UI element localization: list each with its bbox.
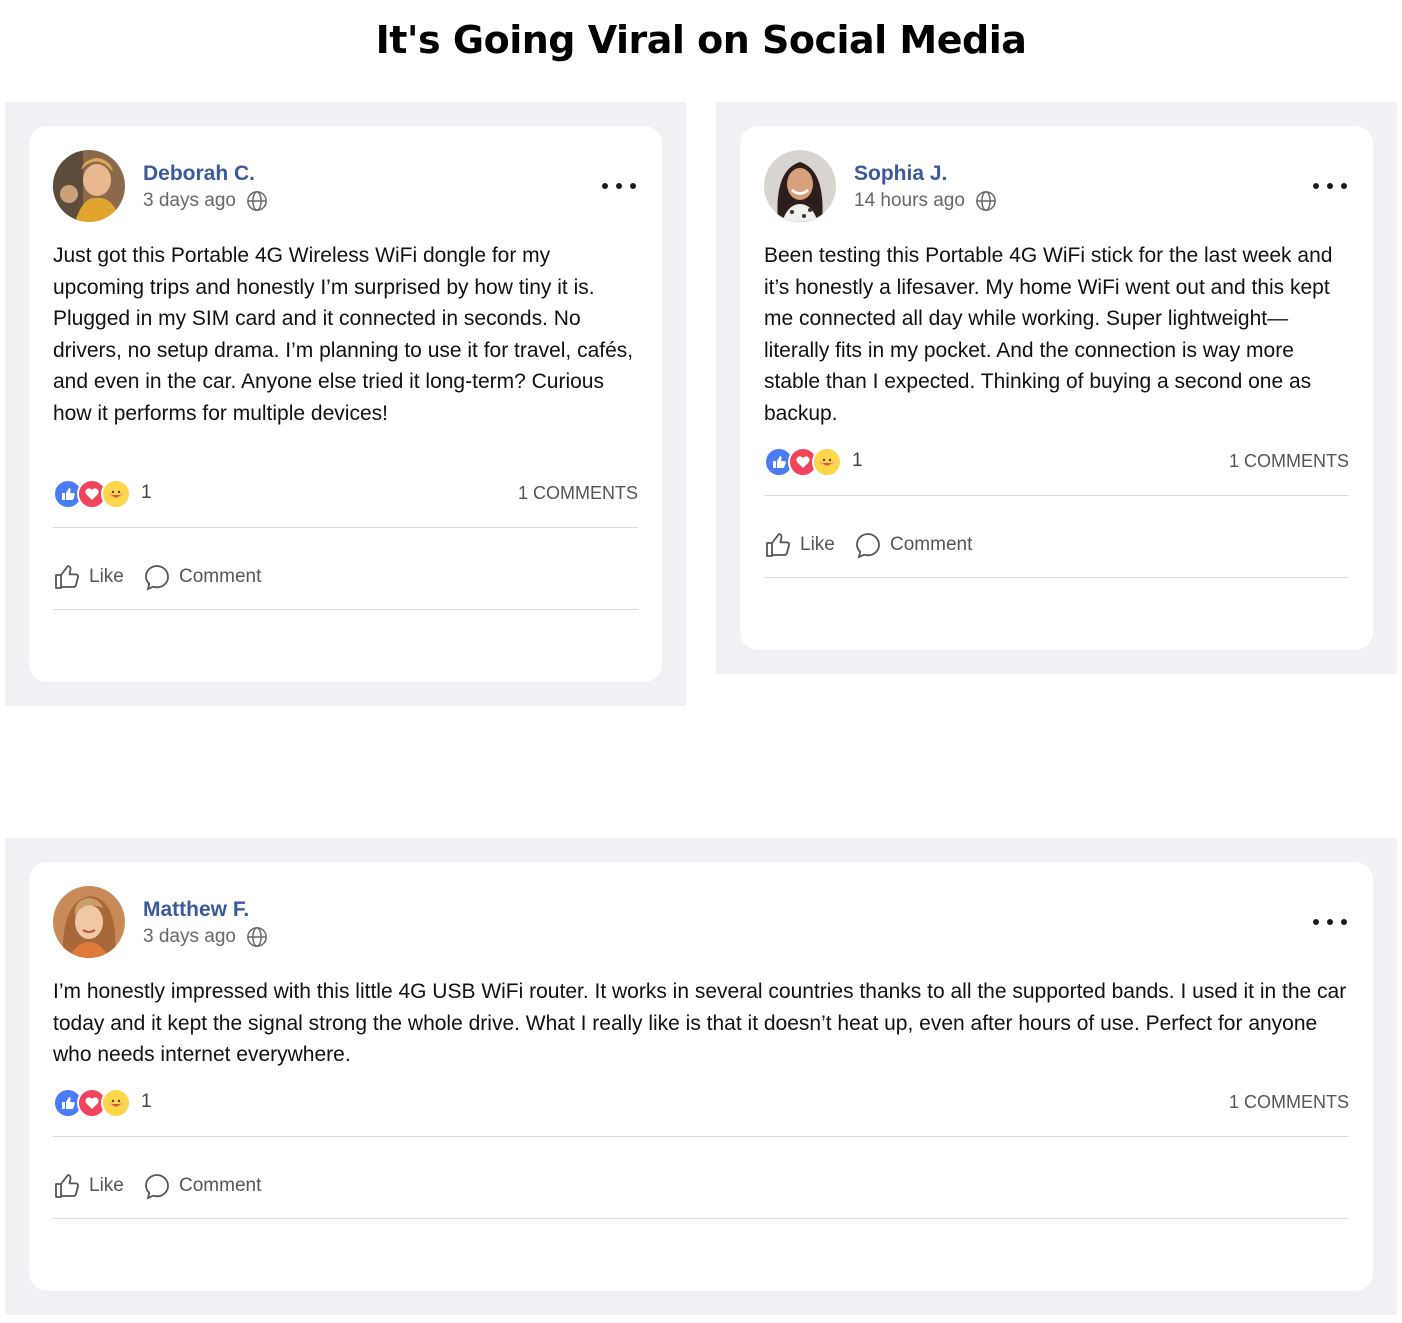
like-button[interactable]: Like — [53, 1169, 124, 1203]
haha-reaction-icon — [101, 479, 131, 509]
post-actions: Like Comment — [53, 1169, 1349, 1203]
post-time[interactable]: 14 hours ago — [854, 190, 965, 212]
globe-icon — [247, 927, 267, 947]
comment-button[interactable]: Comment — [143, 1169, 261, 1203]
divider — [53, 609, 638, 610]
more-options-icon[interactable] — [602, 174, 636, 198]
comment-label: Comment — [179, 1175, 262, 1196]
comments-count[interactable]: 1 COMMENTS — [1229, 1092, 1349, 1113]
post-meta: 14 hours ago — [854, 190, 997, 212]
post-header: Matthew F. 3 days ago — [53, 886, 1349, 958]
more-options-icon[interactable] — [1313, 910, 1347, 934]
post-text: Been testing this Portable 4G WiFi stick… — [764, 244, 1333, 425]
haha-reaction-icon — [101, 1088, 131, 1118]
thumbs-up-icon — [766, 533, 790, 557]
reactions-bar: 1 1 COMMENTS — [53, 479, 638, 509]
reactions-bar: 1 1 COMMENTS — [764, 447, 1349, 477]
reaction-count[interactable]: 1 — [852, 450, 863, 472]
reactions-bar: 1 1 COMMENTS — [53, 1088, 1349, 1118]
comments-count[interactable]: 1 COMMENTS — [518, 483, 638, 504]
comment-button[interactable]: Comment — [854, 528, 972, 562]
haha-reaction-icon — [812, 447, 842, 477]
comment-bubble-icon — [145, 565, 169, 591]
post-header: Sophia J. 14 hours ago — [764, 150, 1349, 222]
post-panel: Sophia J. 14 hours ago Been testing this… — [716, 102, 1397, 674]
post-actions: Like Comment — [764, 528, 1349, 562]
globe-icon — [976, 191, 996, 211]
post-card: Sophia J. 14 hours ago Been testing this… — [740, 126, 1373, 650]
thumbs-up-icon — [55, 565, 79, 589]
like-button[interactable]: Like — [53, 560, 124, 594]
post-card: Deborah C. 3 days ago Just got this Port… — [29, 126, 662, 682]
author-name[interactable]: Sophia J. — [854, 162, 947, 186]
like-label: Like — [800, 534, 835, 555]
post-card: Matthew F. 3 days ago I’m honestly impre… — [29, 862, 1373, 1291]
avatar[interactable] — [53, 886, 125, 958]
reaction-emojis[interactable] — [53, 479, 133, 509]
like-label: Like — [89, 1175, 124, 1196]
divider — [764, 577, 1349, 578]
post-header: Deborah C. 3 days ago — [53, 150, 638, 222]
author-name[interactable]: Deborah C. — [143, 162, 255, 186]
post-text: I’m honestly impressed with this little … — [53, 980, 1347, 1066]
like-label: Like — [89, 566, 124, 587]
comments-count[interactable]: 1 COMMENTS — [1229, 451, 1349, 472]
comment-bubble-icon — [145, 1174, 169, 1200]
divider — [53, 1136, 1349, 1137]
reaction-count[interactable]: 1 — [141, 482, 152, 504]
avatar[interactable] — [764, 150, 836, 222]
divider — [764, 495, 1349, 496]
page-title: It's Going Viral on Social Media — [375, 18, 1027, 62]
post-panel: Deborah C. 3 days ago Just got this Port… — [5, 102, 686, 706]
author-name[interactable]: Matthew F. — [143, 898, 249, 922]
avatar[interactable] — [53, 150, 125, 222]
like-button[interactable]: Like — [764, 528, 835, 562]
post-time[interactable]: 3 days ago — [143, 926, 236, 948]
post-meta: 3 days ago — [143, 926, 268, 948]
post-time[interactable]: 3 days ago — [143, 190, 236, 212]
post-panel: Matthew F. 3 days ago I’m honestly impre… — [5, 838, 1397, 1315]
comment-label: Comment — [179, 566, 262, 587]
reaction-emojis[interactable] — [764, 447, 844, 477]
post-text: Just got this Portable 4G Wireless WiFi … — [53, 244, 634, 425]
comment-label: Comment — [890, 534, 973, 555]
reaction-emojis[interactable] — [53, 1088, 133, 1118]
comment-bubble-icon — [856, 533, 880, 559]
globe-icon — [247, 191, 267, 211]
more-options-icon[interactable] — [1313, 174, 1347, 198]
reaction-count[interactable]: 1 — [141, 1091, 152, 1113]
comment-button[interactable]: Comment — [143, 560, 261, 594]
divider — [53, 1218, 1349, 1219]
divider — [53, 527, 638, 528]
thumbs-up-icon — [55, 1174, 79, 1198]
post-meta: 3 days ago — [143, 190, 268, 212]
post-actions: Like Comment — [53, 560, 638, 594]
